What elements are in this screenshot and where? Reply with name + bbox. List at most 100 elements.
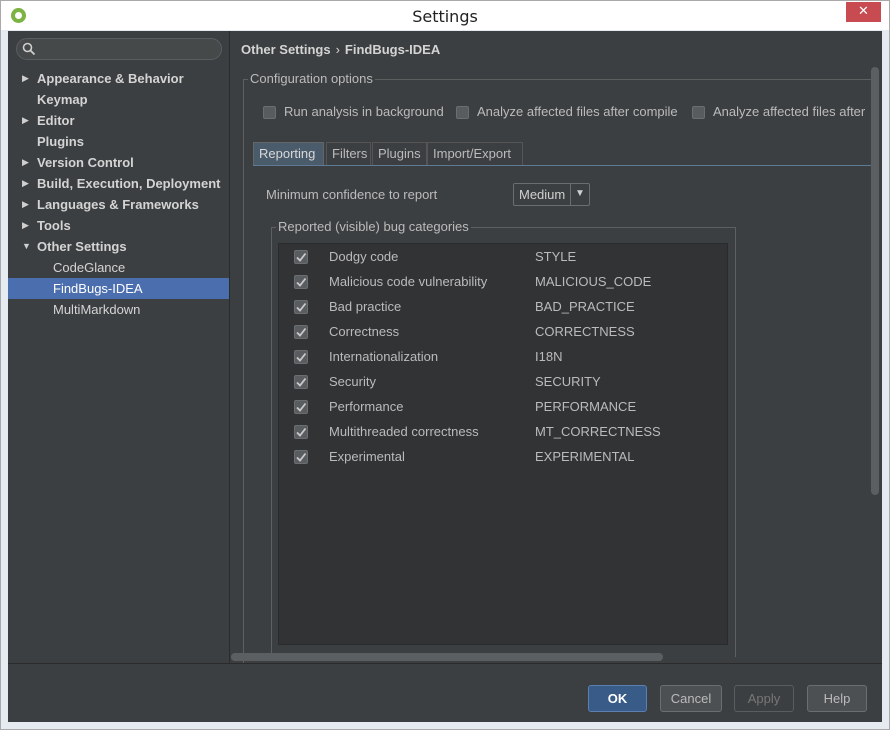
sidebar-item-label: Plugins [37, 134, 84, 149]
sidebar-item-version-control[interactable]: ▶ Version Control [8, 152, 229, 173]
cancel-button[interactable]: Cancel [660, 685, 722, 712]
checkbox-box [456, 106, 469, 119]
window-title: Settings [412, 7, 478, 26]
dialog-footer: OK Cancel Apply Help [8, 663, 882, 722]
window-close-button[interactable]: ✕ [846, 2, 881, 22]
bug-category-code: EXPERIMENTAL [535, 449, 635, 464]
bug-category-row[interactable]: Multithreaded correctness MT_CORRECTNESS [279, 421, 727, 443]
sidebar-item-editor[interactable]: ▶ Editor [8, 110, 229, 131]
checkmark-icon [296, 302, 307, 312]
tab-plugins[interactable]: Plugins [372, 142, 427, 166]
close-icon: ✕ [858, 4, 869, 19]
settings-content-panel: Other Settings › FindBugs-IDEA Configurati… [229, 31, 882, 669]
sidebar-item-label: Keymap [37, 92, 88, 107]
bug-category-row[interactable]: Security SECURITY [279, 371, 727, 393]
collapsed-arrow-icon[interactable]: ▶ [22, 110, 29, 131]
sidebar-item-label: Editor [37, 113, 75, 128]
settings-search-input[interactable] [16, 38, 222, 60]
bug-category-code: STYLE [535, 249, 577, 264]
checkmark-icon [296, 427, 307, 437]
bug-category-checkbox[interactable] [294, 250, 308, 264]
sidebar-item-label: Languages & Frameworks [37, 197, 199, 212]
bug-category-row[interactable]: Internationalization I18N [279, 346, 727, 368]
bug-category-checkbox[interactable] [294, 425, 308, 439]
tab-import-export[interactable]: Import/Export [427, 142, 523, 166]
configuration-options-legend: Configuration options [248, 71, 375, 86]
checkmark-icon [296, 327, 307, 337]
bug-categories-legend: Reported (visible) bug categories [276, 219, 471, 234]
expanded-arrow-icon[interactable]: ▼ [22, 236, 31, 257]
sidebar-item-findbugs-idea[interactable]: FindBugs-IDEA [8, 278, 229, 299]
bug-category-checkbox[interactable] [294, 400, 308, 414]
settings-sidebar: ▶ Appearance & Behavior Keymap ▶ Editor Plugi… [8, 31, 229, 663]
confidence-value: Medium [519, 187, 566, 202]
bug-category-name: Bad practice [329, 299, 402, 314]
vertical-scrollbar[interactable] [871, 67, 879, 495]
bug-category-code: I18N [535, 349, 563, 364]
bug-category-checkbox[interactable] [294, 300, 308, 314]
checkbox-label: Analyze affected files after compile [477, 104, 678, 119]
confidence-select[interactable]: Medium ▼ [513, 183, 590, 206]
sidebar-item-plugins[interactable]: Plugins [8, 131, 229, 152]
checkbox-box [692, 106, 705, 119]
sidebar-item-label: CodeGlance [53, 260, 126, 275]
horizontal-scrollbar[interactable] [231, 653, 663, 661]
bug-categories-list: Dodgy code STYLE Malicious code vulnerabil… [278, 243, 728, 645]
collapsed-arrow-icon[interactable]: ▶ [22, 173, 29, 194]
sidebar-item-label: MultiMarkdown [53, 302, 141, 317]
select-divider [570, 184, 571, 205]
sidebar-item-label: Build, Execution, Deployment [37, 176, 221, 191]
tab-filters[interactable]: Filters [326, 142, 371, 166]
bug-category-code: CORRECTNESS [535, 324, 635, 339]
sidebar-item-keymap[interactable]: Keymap [8, 89, 229, 110]
bug-category-name: Malicious code vulnerability [329, 274, 488, 289]
checkmark-icon [296, 252, 307, 262]
bug-category-code: MT_CORRECTNESS [535, 424, 661, 439]
collapsed-arrow-icon[interactable]: ▶ [22, 68, 29, 89]
tab-reporting[interactable]: Reporting [253, 142, 324, 166]
collapsed-arrow-icon[interactable]: ▶ [22, 152, 29, 173]
chevron-down-icon: ▼ [575, 188, 585, 199]
sidebar-item-tools[interactable]: ▶ Tools [8, 215, 229, 236]
checkmark-icon [296, 352, 307, 362]
sidebar-item-other-settings[interactable]: ▼ Other Settings [8, 236, 229, 257]
help-button[interactable]: Help [807, 685, 867, 712]
bug-category-name: Multithreaded correctness [329, 424, 479, 439]
bug-category-code: PERFORMANCE [535, 399, 637, 414]
checkmark-icon [296, 377, 307, 387]
bug-category-row[interactable]: Correctness CORRECTNESS [279, 321, 727, 343]
checkbox-label: Analyze affected files after [713, 104, 866, 119]
bug-category-checkbox[interactable] [294, 325, 308, 339]
bug-category-row[interactable]: Malicious code vulnerability MALICIOUS_CO… [279, 271, 727, 293]
bug-category-row[interactable]: Experimental EXPERIMENTAL [279, 446, 727, 468]
checkmark-icon [296, 452, 307, 462]
bug-category-checkbox[interactable] [294, 350, 308, 364]
checkbox-label: Run analysis in background [284, 104, 444, 119]
sidebar-item-label: Other Settings [37, 239, 127, 254]
checkmark-icon [296, 402, 307, 412]
collapsed-arrow-icon[interactable]: ▶ [22, 215, 29, 236]
sidebar-item-codeglance[interactable]: CodeGlance [8, 257, 229, 278]
bug-category-row[interactable]: Bad practice BAD_PRACTICE [279, 296, 727, 318]
bug-category-name: Correctness [329, 324, 400, 339]
confidence-label: Minimum confidence to report [266, 187, 438, 202]
bug-category-checkbox[interactable] [294, 450, 308, 464]
bug-category-row[interactable]: Performance PERFORMANCE [279, 396, 727, 418]
bug-category-checkbox[interactable] [294, 375, 308, 389]
collapsed-arrow-icon[interactable]: ▶ [22, 194, 29, 215]
sidebar-item-multimarkdown[interactable]: MultiMarkdown [8, 299, 229, 320]
breadcrumb-parent: Other Settings [241, 42, 331, 57]
sidebar-item-appearance-behavior[interactable]: ▶ Appearance & Behavior [8, 68, 229, 89]
sidebar-item-build-execution-deployment[interactable]: ▶ Build, Execution, Deployment [8, 173, 229, 194]
bug-category-code: SECURITY [535, 374, 601, 389]
sidebar-item-label: Tools [37, 218, 71, 233]
bug-category-row[interactable]: Dodgy code STYLE [279, 246, 727, 268]
sidebar-item-languages-frameworks[interactable]: ▶ Languages & Frameworks [8, 194, 229, 215]
breadcrumb-separator: › [335, 42, 340, 57]
apply-button[interactable]: Apply [734, 685, 794, 712]
sidebar-item-label: Version Control [37, 155, 134, 170]
checkbox-box [263, 106, 276, 119]
bug-category-checkbox[interactable] [294, 275, 308, 289]
ok-button[interactable]: OK [588, 685, 647, 712]
bug-category-name: Dodgy code [329, 249, 399, 264]
